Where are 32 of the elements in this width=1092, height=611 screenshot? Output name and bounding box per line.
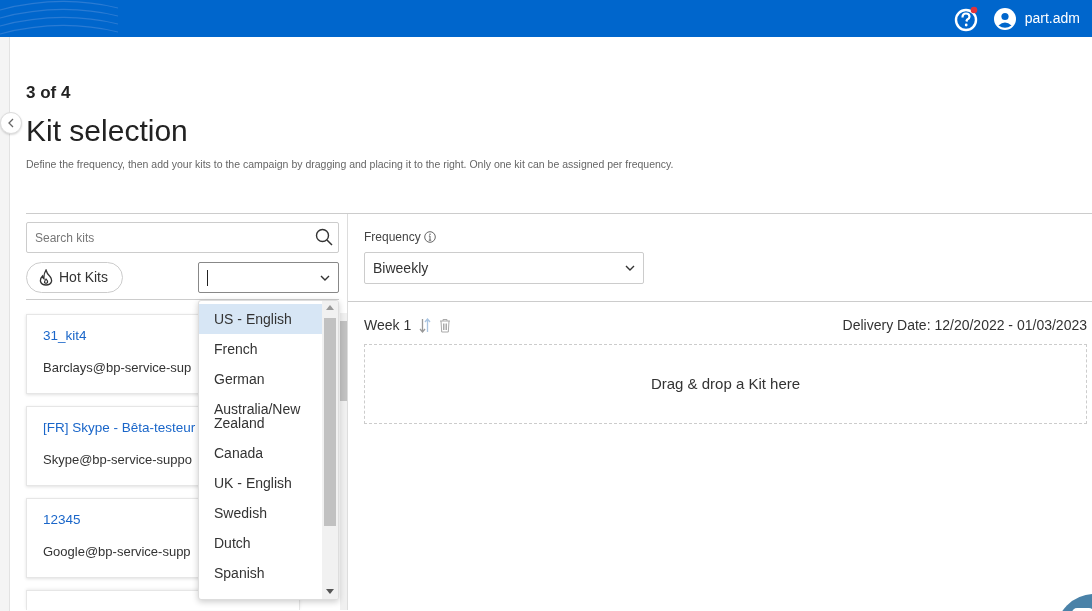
scroll-up-icon[interactable] — [326, 305, 334, 310]
frequency-label: Frequency — [364, 229, 421, 246]
sort-icon[interactable] — [419, 318, 432, 333]
week-label: Week 1 — [364, 316, 412, 335]
kit-email: Barclays@bp-service-sup — [43, 360, 192, 376]
description: Define the frequency, then add your kits to the campaign by dragging and placing it to the right. Only one kit can be assigned per frequency. — [26, 157, 675, 171]
scrollbar[interactable] — [340, 313, 347, 610]
chevron-down-icon — [320, 274, 330, 281]
collapse-button[interactable] — [0, 112, 22, 134]
trash-icon[interactable] — [439, 318, 452, 333]
dropdown-option[interactable]: US - English — [199, 304, 322, 334]
search-icon[interactable] — [315, 228, 333, 246]
chevron-left-icon — [7, 118, 15, 128]
kit-email: Google@bp-service-supp — [43, 544, 191, 560]
step-counter: 3 of 4 — [26, 83, 72, 103]
drop-zone[interactable]: Drag & drop a Kit here — [364, 344, 1087, 424]
kit-email: Skype@bp-service-suppo — [43, 452, 193, 468]
help-icon[interactable] — [953, 5, 980, 32]
drop-hint: Drag & drop a Kit here — [650, 373, 801, 394]
username[interactable]: part.adm — [1024, 8, 1080, 29]
scroll-down-icon[interactable] — [326, 589, 334, 594]
info-icon[interactable] — [423, 231, 436, 243]
chevron-down-icon — [625, 265, 635, 271]
frequency-select[interactable]: Biweekly — [364, 252, 644, 284]
page-title: Kit selection — [26, 113, 189, 149]
user-icon[interactable] — [993, 7, 1016, 30]
search-field[interactable]: Search kits — [26, 222, 339, 253]
delivery-date: Delivery Date: 12/20/2022 - 01/03/2023 — [842, 316, 1087, 335]
scrollbar[interactable] — [322, 301, 338, 599]
hot-kits-button[interactable]: Hot Kits — [26, 262, 123, 293]
flame-icon — [39, 269, 53, 286]
language-select[interactable] — [198, 262, 339, 293]
